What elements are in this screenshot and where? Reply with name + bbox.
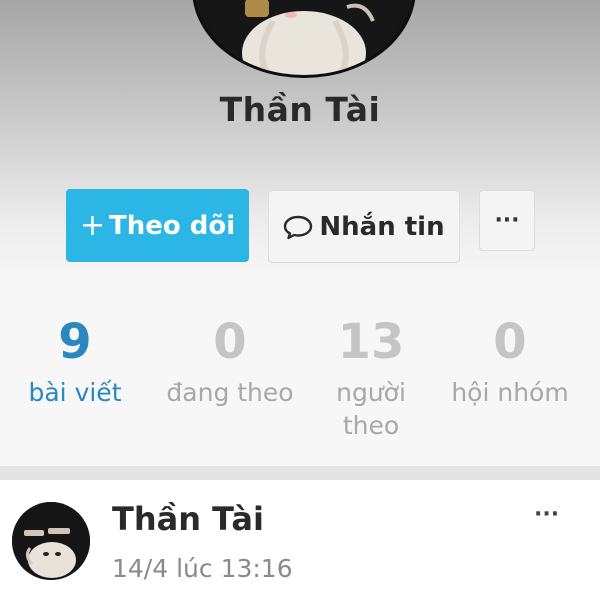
profile-avatar[interactable] — [192, 0, 416, 78]
stat-following-value: 0 — [213, 314, 247, 370]
stat-groups-label: hội nhóm — [451, 378, 569, 407]
message-button[interactable]: Nhắn tin — [268, 190, 460, 263]
stat-posts-label: bài viết — [28, 378, 122, 407]
stat-posts[interactable]: 9 bài viết — [0, 282, 150, 409]
stat-groups[interactable]: 0 hội nhóm — [435, 282, 585, 409]
post-author-avatar[interactable] — [12, 502, 90, 580]
more-options-button[interactable]: ··· — [479, 190, 535, 251]
section-divider — [0, 466, 600, 480]
follow-button[interactable]: + Theo dõi — [66, 189, 249, 262]
stat-followers-value: 13 — [337, 314, 405, 370]
post-more-options-button[interactable]: ··· — [534, 502, 559, 527]
chat-bubble-icon — [283, 214, 313, 240]
stat-followers[interactable]: 13 người theo — [296, 282, 446, 442]
stat-following-label: đang theo — [166, 378, 294, 407]
stat-groups-value: 0 — [493, 314, 527, 370]
more-dots-icon: ··· — [494, 208, 520, 233]
stat-followers-label: người theo — [336, 378, 406, 440]
stat-posts-value: 9 — [58, 314, 92, 370]
profile-name: Thần Tài — [219, 90, 381, 129]
follow-button-label: Theo dõi — [108, 210, 236, 241]
profile-stats: 9 bài viết 0 đang theo 13 người theo 0 h… — [0, 282, 600, 466]
profile-header: Thần Tài + Theo dõi Nhắn tin ··· — [0, 0, 600, 282]
post-author-name[interactable]: Thần Tài — [112, 500, 264, 538]
post-card[interactable]: Thần Tài 14/4 lúc 13:16 ··· — [0, 480, 600, 600]
message-button-label: Nhắn tin — [319, 211, 445, 242]
post-timestamp[interactable]: 14/4 lúc 13:16 — [112, 554, 293, 583]
plus-icon: + — [79, 208, 105, 243]
stat-following[interactable]: 0 đang theo — [155, 282, 305, 409]
